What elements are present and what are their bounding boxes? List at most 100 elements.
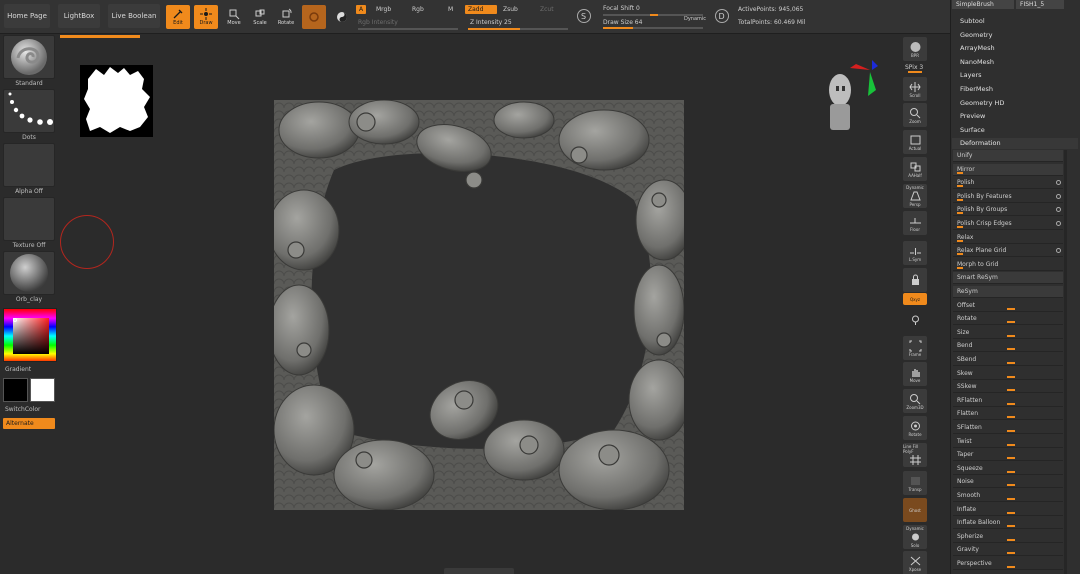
persp-button[interactable]: Dynamic Persp: [903, 184, 927, 208]
menu-item-surface[interactable]: Surface: [960, 126, 985, 134]
deform-size[interactable]: Size: [953, 327, 1063, 339]
menu-item-nanomesh[interactable]: NanoMesh: [960, 58, 994, 66]
scroll-button[interactable]: Scroll: [903, 77, 927, 101]
deform-slider-handle[interactable]: [1007, 362, 1015, 364]
deform-inflate-balloon[interactable]: Inflate Balloon: [953, 517, 1063, 530]
zadd-button[interactable]: Zadd: [465, 5, 497, 14]
palette-scrollbar[interactable]: [1064, 150, 1067, 574]
deform-relax[interactable]: Relax: [953, 232, 1063, 244]
deform-rotate[interactable]: Rotate: [953, 313, 1063, 326]
deform-spherize[interactable]: Spherize: [953, 531, 1063, 543]
deform-sskew[interactable]: SSkew: [953, 381, 1063, 394]
menu-item-subtool[interactable]: Subtool: [960, 17, 985, 25]
texture-thumbnail[interactable]: [3, 197, 55, 241]
channel-mrgb[interactable]: Mrgb: [376, 6, 391, 13]
deform-sflatten[interactable]: SFlatten: [953, 422, 1063, 434]
floor-button[interactable]: Floor: [903, 211, 927, 235]
deform-slider-handle[interactable]: [1007, 538, 1015, 541]
rgb-intensity-slider[interactable]: [358, 28, 458, 30]
brush-name-field[interactable]: SimpleBrush: [952, 0, 1014, 9]
switch-color-label[interactable]: SwitchColor: [3, 406, 55, 413]
deform-smart-resym[interactable]: Smart ReSym: [953, 272, 1063, 285]
draw-button[interactable]: Draw: [194, 5, 218, 29]
channel-m[interactable]: M: [448, 6, 453, 13]
deform-rflatten[interactable]: RFlatten: [953, 395, 1063, 407]
primary-color-swatch[interactable]: [30, 378, 55, 402]
orientation-head-gizmo[interactable]: [820, 60, 882, 136]
stroke-s-icon[interactable]: S: [576, 8, 592, 24]
deform-mirror[interactable]: Mirror: [953, 163, 1063, 176]
solo-button[interactable]: Dynamic Solo: [903, 525, 927, 549]
deform-twist[interactable]: Twist: [953, 436, 1063, 448]
brush-thumbnail[interactable]: [3, 35, 55, 79]
deform-slider-handle[interactable]: [1007, 566, 1015, 568]
deform-noise[interactable]: Noise: [953, 476, 1063, 489]
scale-button[interactable]: Scale: [248, 5, 272, 29]
deform-slider-handle[interactable]: [1007, 375, 1015, 378]
gradient-label[interactable]: Gradient: [3, 366, 55, 373]
deform-slider-handle[interactable]: [1007, 402, 1015, 405]
zoom3d-button[interactable]: Zoom3D: [903, 389, 927, 413]
deform-slider-handle[interactable]: [1007, 443, 1015, 446]
menu-item-layers[interactable]: Layers: [960, 71, 982, 79]
ghost-button[interactable]: Ghost: [903, 498, 927, 522]
spix-label[interactable]: SPix 3: [905, 64, 923, 71]
deform-option-toggle[interactable]: [1056, 221, 1061, 226]
lock-button[interactable]: [903, 268, 927, 292]
xyz-button[interactable]: Qxyz: [903, 293, 927, 305]
menu-item-fibermesh[interactable]: FiberMesh: [960, 85, 993, 93]
rotate-view-button[interactable]: Rotate: [903, 416, 927, 440]
rotate-y-button[interactable]: [903, 308, 927, 332]
zoom-button[interactable]: Zoom: [903, 103, 927, 127]
deform-slider-handle[interactable]: [1007, 511, 1015, 514]
deform-gravity[interactable]: Gravity: [953, 544, 1063, 557]
deform-slider-handle[interactable]: [1007, 348, 1015, 351]
bottom-shelf-handle[interactable]: [444, 568, 514, 574]
frame-button[interactable]: Frame: [903, 336, 927, 360]
zcut-button[interactable]: Zcut: [540, 6, 554, 13]
deform-resym[interactable]: ReSym: [953, 286, 1063, 298]
menu-item-preview[interactable]: Preview: [960, 112, 985, 120]
aahalf-button[interactable]: AAHalf: [903, 157, 927, 181]
deform-slider-handle[interactable]: [1007, 307, 1015, 310]
deform-slider-handle[interactable]: [1007, 334, 1015, 337]
deform-slider-handle[interactable]: [1007, 525, 1015, 528]
bpr-button[interactable]: BPR: [903, 37, 927, 61]
menu-item-geometry[interactable]: Geometry: [960, 31, 992, 39]
deform-slider-handle[interactable]: [1007, 552, 1015, 555]
lightbox-button[interactable]: LightBox: [58, 4, 100, 28]
lsym-button[interactable]: L.Sym: [903, 241, 927, 265]
alternate-button[interactable]: Alternate: [3, 418, 55, 429]
deform-slider-handle[interactable]: [1007, 389, 1015, 392]
deform-slider-handle[interactable]: [1007, 430, 1015, 432]
deform-option-toggle[interactable]: [1056, 193, 1061, 199]
deform-slider-handle[interactable]: [1007, 470, 1015, 473]
menu-item-geometry-hd[interactable]: Geometry HD: [960, 99, 1004, 107]
polyf-button[interactable]: Line Fill PolyF: [903, 443, 927, 467]
deform-perspective[interactable]: Perspective: [953, 558, 1063, 570]
transp-button[interactable]: Transp: [903, 471, 927, 495]
edit-button[interactable]: Edit: [166, 5, 190, 29]
d-icon[interactable]: D: [714, 8, 730, 24]
deform-skew[interactable]: Skew: [953, 368, 1063, 380]
dynamic-label[interactable]: Dynamic: [684, 16, 706, 22]
deform-polish-by-groups[interactable]: Polish By Groups: [953, 204, 1063, 217]
deform-polish[interactable]: Polish: [953, 177, 1063, 190]
stroke-thumbnail[interactable]: [3, 89, 55, 133]
deform-morph-to-grid[interactable]: Morph to Grid: [953, 259, 1063, 271]
xpose-button[interactable]: Xpose: [903, 551, 927, 574]
deform-sbend[interactable]: SBend: [953, 354, 1063, 366]
material-swatch-button[interactable]: [302, 5, 326, 29]
deform-slider-handle[interactable]: [1007, 484, 1015, 487]
deform-taper[interactable]: Taper: [953, 449, 1063, 462]
deform-slider-handle[interactable]: [1007, 416, 1015, 419]
deform-offset[interactable]: Offset: [953, 300, 1063, 312]
menu-item-arraymesh[interactable]: ArrayMesh: [960, 44, 995, 52]
deform-squeeze[interactable]: Squeeze: [953, 463, 1063, 475]
home-page-button[interactable]: Home Page: [4, 4, 50, 28]
color-picker[interactable]: [3, 308, 57, 362]
sculpt-canvas[interactable]: [274, 100, 684, 510]
live-boolean-button[interactable]: Live Boolean: [108, 4, 160, 28]
actual-button[interactable]: Actual: [903, 130, 927, 154]
channel-a[interactable]: A: [356, 5, 367, 14]
